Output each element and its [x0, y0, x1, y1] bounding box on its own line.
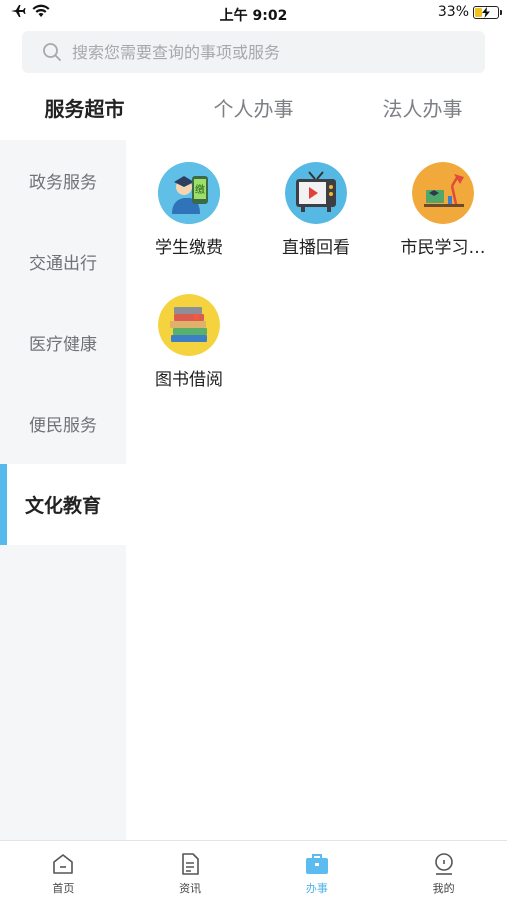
battery-charging-icon: [473, 5, 502, 19]
charging-bolt-icon: [482, 6, 490, 18]
nav-news[interactable]: 资讯: [127, 841, 254, 900]
sidebar-item-convenience[interactable]: 便民服务: [0, 383, 126, 464]
sidebar-item-government[interactable]: 政务服务: [0, 140, 126, 221]
service-label: 市民学习…: [400, 238, 486, 258]
tab-personal-affairs[interactable]: 个人办事: [169, 84, 338, 140]
tv-replay-icon: [285, 162, 347, 224]
battery-percent: 33%: [437, 4, 469, 20]
nav-mine[interactable]: 我的: [380, 841, 507, 900]
sidebar-item-label: 政务服务: [29, 173, 97, 193]
nav-home[interactable]: 首页: [0, 841, 127, 900]
tab-service-market[interactable]: 服务超市: [0, 84, 169, 140]
nav-label: 资讯: [179, 882, 202, 895]
sidebar-item-label: 便民服务: [29, 416, 97, 436]
nav-label: 我的: [432, 882, 455, 895]
student-payment-icon: 缴: [158, 162, 220, 224]
service-live-replay[interactable]: 直播回看: [253, 162, 379, 258]
nav-label: 办事: [305, 882, 328, 895]
bottom-nav: 首页 资讯 办事 我的: [0, 840, 507, 900]
svg-text:缴: 缴: [195, 183, 205, 196]
nav-affairs[interactable]: 办事: [254, 841, 381, 900]
sidebar-item-transport[interactable]: 交通出行: [0, 221, 126, 302]
status-bar: 上午 9:02 33%: [0, 0, 507, 26]
search-icon: [43, 43, 61, 61]
service-book-borrowing[interactable]: 图书借阅: [126, 294, 252, 390]
service-citizen-learning[interactable]: 市民学习…: [380, 162, 506, 258]
status-right: 33%: [437, 4, 502, 20]
books-icon: [158, 294, 220, 356]
category-sidebar: 政务服务 交通出行 医疗健康 便民服务 文化教育: [0, 140, 126, 840]
sidebar-item-label: 交通出行: [29, 254, 97, 274]
active-indicator: [0, 464, 7, 545]
nav-label: 首页: [52, 882, 75, 895]
service-label: 图书借阅: [155, 370, 223, 390]
profile-icon: [434, 853, 453, 875]
tab-corporate-affairs[interactable]: 法人办事: [338, 84, 507, 140]
service-label: 学生缴费: [155, 238, 223, 258]
service-student-payment[interactable]: 缴 学生缴费: [126, 162, 252, 258]
sidebar-item-health[interactable]: 医疗健康: [0, 302, 126, 383]
search-bar[interactable]: [22, 31, 485, 73]
sidebar-item-label: 医疗健康: [29, 335, 97, 355]
home-icon: [53, 854, 74, 874]
service-label: 直播回看: [282, 238, 350, 258]
news-icon: [182, 853, 199, 875]
sidebar-item-label: 文化教育: [24, 495, 101, 517]
desk-lamp-icon: [412, 162, 474, 224]
briefcase-icon: [305, 854, 328, 874]
top-tabs: 服务超市 个人办事 法人办事: [0, 84, 507, 140]
search-input[interactable]: [72, 42, 452, 62]
sidebar-item-culture-education[interactable]: 文化教育: [0, 464, 126, 545]
status-time: 上午 9:02: [219, 8, 288, 24]
